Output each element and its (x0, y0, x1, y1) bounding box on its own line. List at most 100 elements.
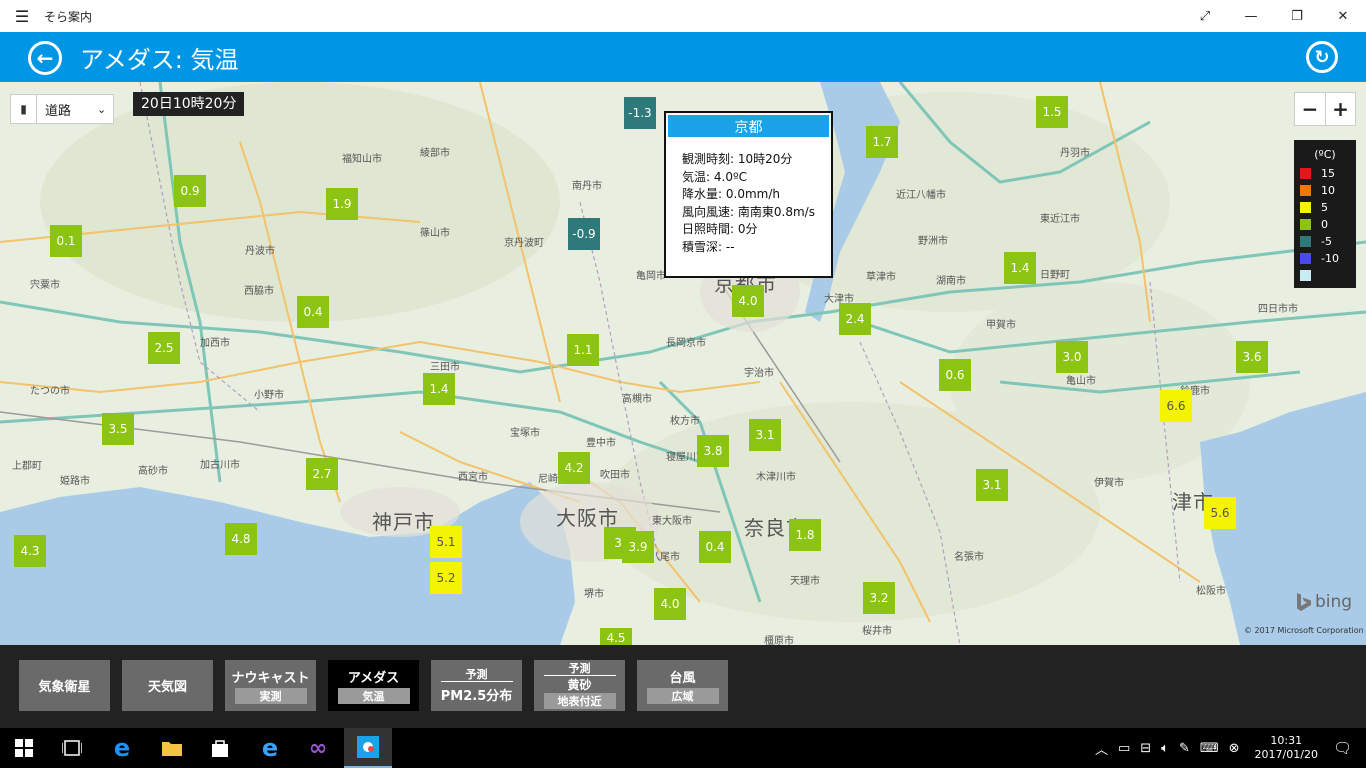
map-place-label: 亀岡市 (636, 271, 666, 282)
temperature-station-marker[interactable]: 4.0 (732, 285, 764, 317)
button-label: 気象衛星 (38, 680, 91, 695)
temperature-station-marker[interactable]: 3.6 (1236, 341, 1268, 373)
popup-value: 0.0mm/h (725, 187, 780, 201)
popup-value: -- (725, 239, 735, 254)
clear-icon[interactable]: ⊗ (1229, 741, 1240, 756)
close-icon[interactable]: ✕ (1320, 0, 1366, 32)
temperature-station-marker[interactable]: 3.5 (102, 413, 134, 445)
temperature-station-marker[interactable]: 1.5 (1036, 96, 1068, 128)
pen-icon[interactable]: ✎ (1179, 741, 1190, 756)
hamburger-icon[interactable]: ☰ (0, 0, 44, 32)
temperature-station-marker[interactable]: 4.0 (654, 588, 686, 620)
temperature-station-marker[interactable]: 1.4 (423, 373, 455, 405)
temperature-station-marker[interactable]: 0.6 (939, 359, 971, 391)
temperature-station-marker[interactable]: 2.4 (839, 303, 871, 335)
windows-start-icon[interactable] (0, 728, 48, 768)
temperature-station-marker[interactable]: 1.1 (567, 334, 599, 366)
temperature-station-marker[interactable]: 3.1 (976, 469, 1008, 501)
map-place-label: 亀山市 (1066, 376, 1096, 387)
weather-chart-button[interactable]: 天気図 (122, 660, 213, 711)
minimize-icon[interactable]: — (1228, 0, 1274, 32)
amedas-button[interactable]: アメダス 気温 (328, 660, 419, 711)
file-explorer-icon[interactable] (148, 728, 196, 768)
chevron-down-icon: ⌄ (97, 102, 107, 116)
temperature-station-marker[interactable]: 3.0 (1056, 341, 1088, 373)
map-place-label: 小野市 (254, 390, 284, 401)
temperature-station-marker[interactable]: 2.7 (306, 458, 338, 490)
bing-icon (1297, 593, 1311, 611)
legend-label: -10 (1321, 252, 1339, 265)
map-place-label: 宝塚市 (510, 428, 540, 439)
map-place-label: 近江八幡市 (896, 190, 946, 201)
legend-swatch (1300, 219, 1311, 230)
temperature-station-marker[interactable]: 0.4 (297, 296, 329, 328)
internet-explorer-icon[interactable]: e (246, 728, 294, 768)
temperature-station-marker[interactable]: 6.6 (1160, 390, 1192, 422)
temperature-station-marker[interactable]: 0.1 (50, 225, 82, 257)
edge-browser-icon[interactable]: e (98, 728, 146, 768)
nowcast-button[interactable]: ナウキャスト 実測 (225, 660, 316, 711)
temperature-station-marker[interactable]: 5.2 (430, 562, 462, 594)
zoom-in-button[interactable]: + (1325, 93, 1355, 125)
temperature-station-marker[interactable]: 3.9 (622, 531, 654, 563)
system-tray: ︿ ▭ ⊟ 🔈︎ ✎ ⌨ ⊗ 10:31 2017/01/20 🗨︎ (1090, 728, 1366, 768)
temperature-station-marker[interactable]: 4.2 (558, 452, 590, 484)
map-place-label: 日野町 (1040, 270, 1070, 281)
temperature-station-marker[interactable]: 2.5 (148, 332, 180, 364)
temperature-station-marker[interactable]: 4.5 (600, 628, 632, 645)
legend-label: 5 (1321, 201, 1328, 214)
keyboard-icon[interactable]: ⌨ (1200, 741, 1219, 756)
temperature-station-marker[interactable]: 3.2 (863, 582, 895, 614)
map-view[interactable]: 京都市 大阪市 神戸市 奈良市 津市 福知山市 綾部市 南丹市 京丹波町 丹波市… (0, 82, 1366, 645)
map-place-label: 豊中市 (586, 438, 616, 449)
satellite-button[interactable]: 気象衛星 (19, 660, 110, 711)
battery-icon[interactable]: ▭ (1118, 741, 1130, 756)
map-place-label: 高砂市 (138, 466, 168, 477)
temperature-station-marker[interactable]: 1.9 (326, 188, 358, 220)
legend-swatch (1300, 168, 1311, 179)
temperature-station-marker[interactable]: 1.4 (1004, 252, 1036, 284)
map-place-label: 松阪市 (1196, 586, 1226, 597)
fullscreen-icon[interactable]: ⤢ (1182, 0, 1228, 32)
visual-studio-icon[interactable]: ∞ (294, 728, 342, 768)
maximize-icon[interactable]: ❐ (1274, 0, 1320, 32)
system-clock[interactable]: 10:31 2017/01/20 (1255, 734, 1318, 762)
popup-body: 観測時刻: 10時20分 気温: 4.0ºC 降水量: 0.0mm/h 風向風速… (666, 139, 831, 256)
map-layer-select[interactable]: ▮ 道路 ⌄ (10, 94, 114, 124)
temperature-station-marker[interactable]: 5.6 (1204, 497, 1236, 529)
pm25-button[interactable]: 予測 PM2.5分布 (431, 660, 522, 711)
station-info-popup[interactable]: 京都 観測時刻: 10時20分 気温: 4.0ºC 降水量: 0.0mm/h 風… (664, 111, 833, 278)
temperature-station-marker[interactable]: 3.8 (697, 435, 729, 467)
yellow-sand-button[interactable]: 予測 黄砂 地表付近 (534, 660, 625, 711)
chevron-up-icon[interactable]: ︿ (1095, 739, 1108, 758)
network-icon[interactable]: ⊟ (1140, 741, 1151, 756)
store-icon[interactable] (196, 728, 244, 768)
task-view-icon[interactable] (48, 728, 96, 768)
legend-unit: (ºC) (1314, 148, 1336, 161)
temperature-station-marker[interactable]: 0.9 (174, 175, 206, 207)
temperature-station-marker[interactable]: -1.3 (624, 97, 656, 129)
typhoon-button[interactable]: 台風 広域 (637, 660, 728, 711)
temperature-station-marker[interactable]: -0.9 (568, 218, 600, 250)
map-place-label: 宍粟市 (30, 280, 60, 291)
temperature-station-marker[interactable]: 5.1 (430, 526, 462, 558)
volume-icon[interactable]: 🔈︎ (1161, 741, 1169, 756)
page-title: アメダス: 気温 (80, 46, 239, 74)
refresh-icon[interactable]: ↻ (1306, 41, 1338, 73)
temperature-station-marker[interactable]: 3.1 (749, 419, 781, 451)
legend-swatch (1300, 185, 1311, 196)
zoom-out-button[interactable]: − (1295, 93, 1325, 125)
temperature-station-marker[interactable]: 4.8 (225, 523, 257, 555)
temperature-station-marker[interactable]: 1.7 (866, 126, 898, 158)
map-place-label: 南丹市 (572, 181, 602, 192)
map-place-label: 西脇市 (244, 286, 274, 297)
temperature-station-marker[interactable]: 0.4 (699, 531, 731, 563)
notification-icon[interactable]: 🗨︎ (1333, 739, 1352, 757)
map-label-kobe: 神戸市 (372, 510, 435, 534)
back-arrow-icon[interactable]: ← (28, 41, 62, 75)
sora-annai-app-icon[interactable] (344, 728, 392, 768)
temperature-station-marker[interactable]: 4.3 (14, 535, 46, 567)
temperature-station-marker[interactable]: 1.8 (789, 519, 821, 551)
button-sublabel: 広域 (646, 688, 719, 704)
popup-value: 0分 (737, 222, 758, 236)
